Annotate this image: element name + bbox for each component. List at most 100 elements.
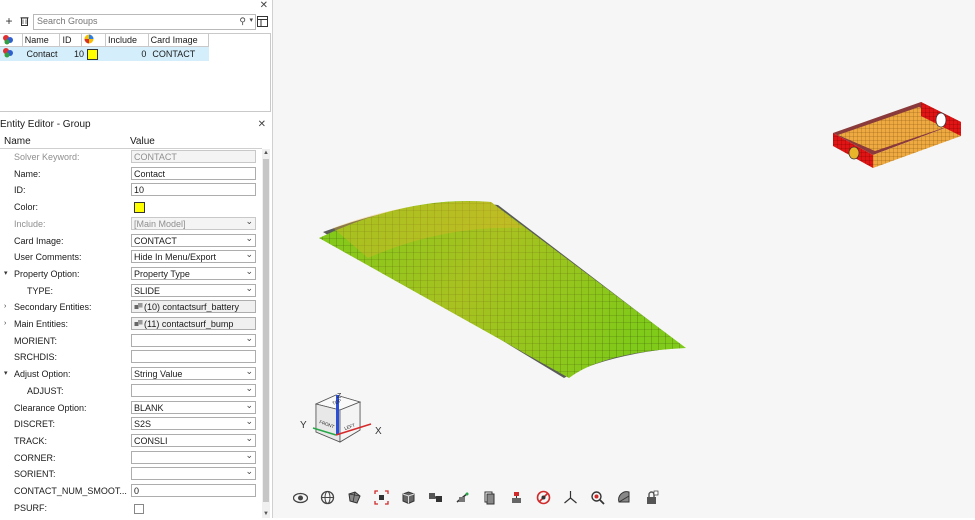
color-swatch[interactable] — [134, 202, 145, 214]
property-row[interactable]: User Comments: Hide In Menu/Export — [0, 249, 262, 265]
scroll-up-icon[interactable]: ▲ — [262, 149, 270, 157]
property-dropdown[interactable] — [131, 450, 256, 464]
property-row[interactable]: CORNER: — [0, 450, 262, 466]
property-label: Property Option: — [14, 268, 80, 279]
column-header[interactable]: Card Image — [149, 34, 209, 46]
section-cut-icon[interactable] — [449, 488, 476, 506]
property-value: CONTACT — [134, 152, 177, 162]
close-icon[interactable]: ✕ — [258, 118, 266, 132]
property-dropdown[interactable]: Property Type — [131, 266, 256, 280]
property-row[interactable]: PSURF: — [0, 500, 262, 516]
property-label: SORIENT: — [14, 469, 56, 480]
property-row[interactable]: SRCHDIS: — [0, 349, 262, 365]
group-color[interactable] — [84, 47, 104, 61]
column-header[interactable]: Include — [106, 34, 149, 46]
column-header[interactable]: Value — [126, 135, 155, 148]
view-eye-icon[interactable] — [287, 488, 314, 506]
columns-icon[interactable] — [256, 15, 268, 27]
property-dropdown[interactable] — [131, 333, 256, 347]
chevron-down-icon[interactable]: ▾ — [249, 16, 253, 24]
view-triad[interactable]: TOP FRONT LEFT X Y Z — [300, 393, 382, 443]
property-dropdown[interactable] — [131, 467, 256, 481]
groups-toolbar: + ⚲ ▾ — [0, 13, 270, 31]
scroll-thumb[interactable] — [263, 159, 269, 502]
property-value: CONTACT — [134, 235, 177, 246]
entity-selector[interactable]: (11) contactsurf_bump — [131, 317, 256, 330]
fan-icon[interactable] — [611, 488, 638, 506]
fit-icon[interactable] — [368, 488, 395, 506]
lock-icon[interactable] — [638, 488, 665, 506]
group-name: Contact — [26, 49, 58, 59]
psurf-checkbox[interactable] — [134, 503, 144, 514]
collapse-icon[interactable]: ▾ — [4, 268, 8, 280]
assembly-icon[interactable] — [422, 488, 449, 506]
entity-selector[interactable]: (10) contactsurf_battery — [131, 300, 256, 314]
table-row[interactable]: Contact 10 0 CONTACT — [0, 47, 209, 61]
expand-icon[interactable]: › — [4, 301, 6, 313]
property-row[interactable]: ID: 10 — [0, 182, 262, 198]
column-header[interactable]: Name — [0, 135, 126, 148]
property-dropdown[interactable]: S2S — [131, 417, 256, 431]
trash-icon[interactable] — [18, 15, 30, 27]
triad-z-label: Z — [337, 393, 342, 400]
axis-icon[interactable] — [557, 488, 584, 506]
property-row[interactable]: TRACK: CONSLI — [0, 433, 262, 449]
property-row[interactable]: TYPE: SLIDE — [0, 283, 262, 299]
property-dropdown[interactable] — [131, 383, 256, 397]
search-icon[interactable]: ⚲ — [239, 16, 246, 27]
property-row[interactable]: ▾ Adjust Option: String Value — [0, 366, 262, 382]
property-field[interactable]: 0 — [131, 484, 256, 497]
property-field[interactable]: 10 — [131, 183, 256, 197]
globe-icon[interactable] — [314, 488, 341, 506]
property-row[interactable]: CONTACT_NUM_SMOOT... 0 — [0, 483, 262, 499]
mesh-icon[interactable] — [341, 488, 368, 506]
property-dropdown[interactable]: CONSLI — [131, 433, 256, 447]
property-label: TYPE: — [27, 285, 54, 296]
property-row[interactable]: Name: Contact — [0, 166, 262, 182]
editor-header: Name Value — [0, 135, 262, 149]
property-row[interactable]: Card Image: CONTACT — [0, 233, 262, 249]
property-dropdown[interactable]: String Value — [131, 367, 256, 381]
scrollbar[interactable]: ▲ ▼ — [262, 149, 270, 518]
no-entry-icon[interactable] — [530, 488, 557, 506]
column-header[interactable]: Name — [23, 34, 61, 46]
entity-type-icon[interactable] — [0, 34, 23, 46]
model-canvas[interactable]: TOP FRONT LEFT X Y Z — [273, 0, 975, 518]
close-icon[interactable]: ✕ — [260, 0, 268, 11]
search-box[interactable]: ⚲ ▾ — [33, 14, 256, 30]
property-label: Main Entities: — [14, 319, 69, 329]
add-icon[interactable]: + — [3, 14, 15, 28]
property-row[interactable]: ADJUST: — [0, 383, 262, 399]
page-icon[interactable] — [476, 488, 503, 506]
property-value: [Main Model] — [134, 218, 186, 229]
property-row[interactable]: Include: [Main Model] — [0, 216, 262, 232]
property-row[interactable]: DISCRET: S2S — [0, 416, 262, 432]
property-row[interactable]: MORIENT: — [0, 333, 262, 349]
property-value: SLIDE — [134, 285, 161, 296]
property-row[interactable]: SORIENT: — [0, 466, 262, 482]
property-value: S2S — [134, 419, 152, 430]
graphics-viewport[interactable]: TOP FRONT LEFT X Y Z — [273, 0, 975, 518]
property-dropdown[interactable]: CONTACT — [131, 233, 256, 247]
cube-icon[interactable] — [395, 488, 422, 506]
property-dropdown[interactable]: BLANK — [131, 400, 256, 414]
clip-icon[interactable] — [503, 488, 530, 506]
collapse-icon[interactable]: ▾ — [4, 368, 8, 380]
expand-icon[interactable]: › — [4, 318, 6, 330]
property-row[interactable]: ▾ Property Option: Property Type — [0, 266, 262, 282]
property-row[interactable]: Color: — [0, 199, 262, 215]
search-input[interactable] — [34, 15, 230, 27]
property-row[interactable]: Solver Keyword: CONTACT — [0, 149, 262, 165]
property-dropdown[interactable]: Hide In Menu/Export — [131, 250, 256, 264]
property-row[interactable]: › Secondary Entities: (10) contactsurf_bat… — [0, 299, 262, 315]
property-field[interactable]: Contact — [131, 166, 256, 180]
property-field[interactable] — [131, 350, 256, 364]
property-row[interactable]: Clearance Option: BLANK — [0, 400, 262, 416]
color-column-header[interactable] — [82, 34, 107, 46]
triad-x-label: X — [375, 426, 382, 437]
column-header[interactable]: ID — [60, 34, 83, 46]
scroll-down-icon[interactable]: ▼ — [262, 510, 270, 518]
property-dropdown[interactable]: SLIDE — [131, 283, 256, 297]
property-row[interactable]: › Main Entities: (11) contactsurf_bump — [0, 316, 262, 332]
zoom-icon[interactable] — [584, 488, 611, 506]
